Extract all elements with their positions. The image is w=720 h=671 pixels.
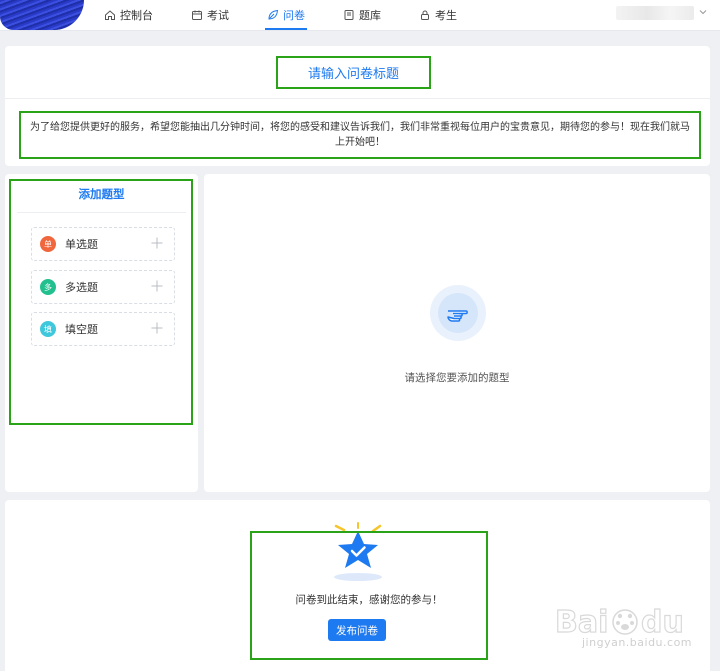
app-logo[interactable] xyxy=(0,0,84,30)
empty-state-illustration xyxy=(430,285,486,341)
divider xyxy=(5,98,710,99)
chevron-down-icon[interactable] xyxy=(698,7,708,17)
nav-item-label: 考试 xyxy=(207,9,229,22)
pointing-hand-icon xyxy=(447,310,468,322)
nav-item-question-bank[interactable]: 题库 xyxy=(343,0,381,30)
nav-item-label: 控制台 xyxy=(120,9,153,22)
highlight-frame xyxy=(9,179,193,425)
book-icon xyxy=(344,10,354,20)
lock-icon xyxy=(421,10,429,20)
nav-item-examinee[interactable]: 考生 xyxy=(419,0,457,30)
calendar-icon xyxy=(192,10,202,20)
nav-item-label: 问卷 xyxy=(283,9,305,22)
nav-item-dashboard[interactable]: 控制台 xyxy=(104,0,153,30)
survey-title-input[interactable]: 请输入问卷标题 xyxy=(276,56,431,89)
question-editor-area: 请选择您要添加的题型 xyxy=(204,174,710,492)
empty-state-hint: 请选择您要添加的题型 xyxy=(404,372,510,384)
home-icon xyxy=(105,10,115,20)
main-nav: 控制台 考试 问卷 题库 考生 xyxy=(104,0,495,30)
leaf-icon xyxy=(268,9,279,20)
highlight-frame xyxy=(250,531,488,660)
survey-header-card: 请输入问卷标题 为了给您提供更好的服务，希望您能抽出几分钟时间，将您的感受和建议… xyxy=(5,46,710,166)
watermark-url: jingyan.baidu.com xyxy=(582,636,693,649)
nav-item-label: 题库 xyxy=(359,9,381,22)
top-navbar: 控制台 考试 问卷 题库 考生 xyxy=(0,0,720,31)
svg-text:du: du xyxy=(641,605,684,640)
svg-text:Bai: Bai xyxy=(555,605,608,640)
survey-description-input[interactable]: 为了给您提供更好的服务，希望您能抽出几分钟时间，将您的感受和建议告诉我们，我们非… xyxy=(19,111,701,159)
nav-item-label: 考生 xyxy=(435,9,457,22)
user-menu[interactable] xyxy=(616,6,694,20)
nav-item-exam[interactable]: 考试 xyxy=(191,0,229,30)
nav-item-survey[interactable]: 问卷 xyxy=(265,0,307,30)
